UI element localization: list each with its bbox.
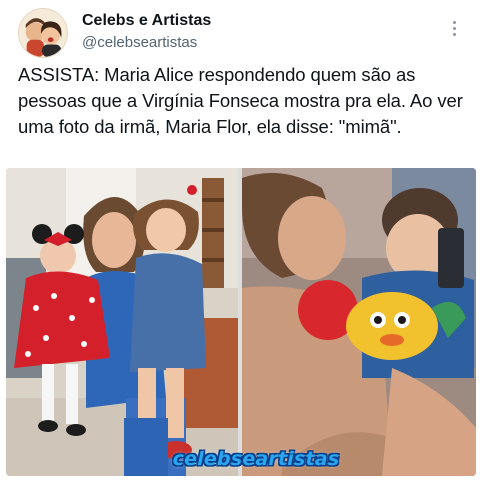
- photo-mother-with-daughters[interactable]: [6, 168, 238, 476]
- tweet-text: ASSISTA: Maria Alice respondendo quem sã…: [18, 64, 463, 137]
- cartoon-couple-avatar-icon: [19, 9, 67, 57]
- video-still-mother-and-baby[interactable]: [242, 168, 476, 476]
- tweet-media[interactable]: celebseartistas: [6, 168, 476, 476]
- more-vertical-icon: [452, 20, 456, 24]
- display-name[interactable]: Celebs e Artistas: [82, 11, 211, 31]
- more-dot: [452, 32, 456, 36]
- account-handle[interactable]: @celebseartistas: [82, 33, 211, 53]
- account-names: Celebs e Artistas @celebseartistas: [82, 11, 211, 53]
- watermark: celebseartistas: [172, 448, 340, 470]
- avatar[interactable]: [18, 8, 68, 58]
- more-options-button[interactable]: [442, 14, 466, 42]
- more-dot: [452, 26, 456, 30]
- tweet-header: Celebs e Artistas @celebseartistas: [18, 8, 466, 58]
